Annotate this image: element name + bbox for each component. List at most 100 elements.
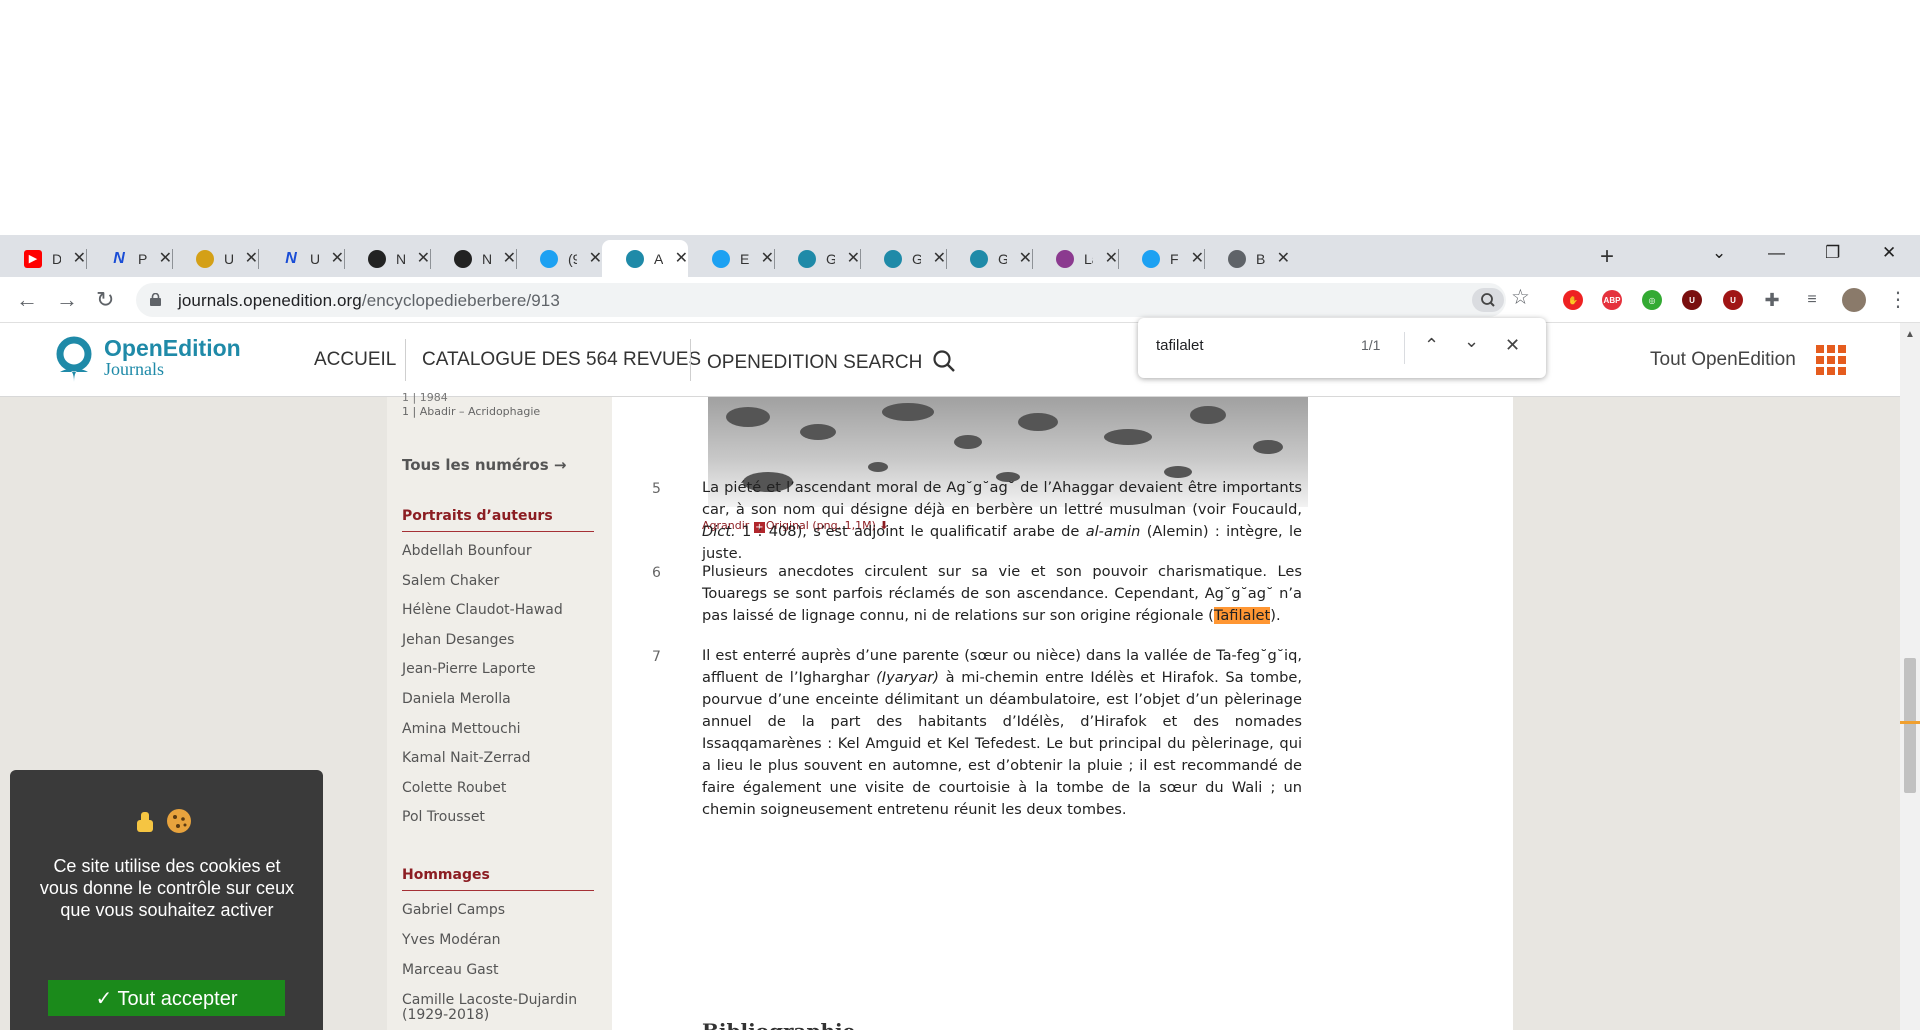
openedition-logo-icon[interactable]	[52, 336, 96, 384]
nav-accueil[interactable]: ACCUEIL	[314, 349, 396, 371]
close-window-button[interactable]: ✕	[1882, 243, 1896, 263]
tab-close-icon[interactable]: ✕	[1019, 250, 1032, 267]
tab-title: Ağğ	[654, 250, 663, 267]
sidebar-issue-number[interactable]: 1 | 1984	[402, 391, 448, 404]
find-match-count: 1/1	[1361, 337, 1381, 353]
browser-tab[interactable]: Un ✕	[172, 240, 258, 277]
tab-separator	[1204, 249, 1205, 269]
hommage-link[interactable]: (1929-2018)	[402, 1007, 489, 1023]
adblock-plus-icon[interactable]: ABP	[1602, 290, 1622, 310]
find-separator	[1404, 332, 1405, 364]
tab-close-icon[interactable]: ✕	[761, 250, 774, 267]
bookmark-star-icon[interactable]: ☆	[1511, 285, 1530, 310]
stop-extension-icon[interactable]: ✋	[1563, 290, 1583, 310]
browser-tab[interactable]: Noo ✕	[344, 240, 430, 277]
browser-tab[interactable]: La d ✕	[1032, 240, 1118, 277]
tab-close-icon[interactable]: ✕	[73, 250, 86, 267]
nav-catalogue[interactable]: CATALOGUE DES 564 REVUES	[422, 349, 701, 371]
logo-subtitle[interactable]: Journals	[104, 359, 164, 380]
lock-icon[interactable]	[150, 293, 161, 306]
tab-close-icon[interactable]: ✕	[1191, 250, 1204, 267]
paragraph-number: 7	[652, 649, 661, 665]
tab-close-icon[interactable]: ✕	[933, 250, 946, 267]
browser-tab[interactable]: Brill ✕	[1204, 240, 1290, 277]
find-match-marker	[1900, 721, 1920, 724]
sidebar-issue-title[interactable]: 1 | Abadir – Acridophagie	[402, 405, 540, 418]
scrollbar-thumb[interactable]	[1904, 658, 1916, 793]
browser-tab[interactable]: ▶ DAF ✕	[0, 240, 86, 277]
ublock-icon[interactable]: U	[1682, 290, 1702, 310]
tab-close-icon[interactable]: ✕	[331, 250, 344, 267]
tab-close-icon[interactable]: ✕	[847, 250, 860, 267]
forward-arrow-icon[interactable]: →	[56, 287, 78, 313]
browser-tab[interactable]: N Pou ✕	[86, 240, 172, 277]
portrait-author-link[interactable]: Salem Chaker	[402, 573, 499, 589]
openedition-icon	[884, 249, 902, 268]
find-next-chevron-down-icon[interactable]: ⌄	[1464, 331, 1479, 352]
portrait-author-link[interactable]: Pol Trousset	[402, 809, 485, 825]
hommage-link[interactable]: Yves Modéran	[402, 932, 501, 948]
ublock-origin-icon[interactable]: U	[1723, 290, 1743, 310]
hommage-link[interactable]: Gabriel Camps	[402, 902, 505, 918]
reading-list-icon[interactable]: ≡	[1802, 290, 1822, 310]
tab-close-icon[interactable]: ✕	[589, 250, 602, 267]
tout-openedition-link[interactable]: Tout OpenEdition	[1650, 349, 1796, 371]
hommage-link[interactable]: Marceau Gast	[402, 962, 499, 978]
tab-title: DAF	[52, 250, 61, 267]
browser-tab[interactable]: E_Tl ✕	[688, 240, 774, 277]
portrait-author-link[interactable]: Amina Mettouchi	[402, 721, 521, 737]
portrait-author-link[interactable]: Jehan Desanges	[402, 632, 514, 648]
browser-tab[interactable]: Noo ✕	[430, 240, 516, 277]
bibliographie-heading: Bibliographie	[702, 1019, 855, 1030]
site-header: OpenEdition Journals ACCUEIL CATALOGUE D…	[0, 323, 1900, 397]
scroll-up-arrow-icon[interactable]: ▲	[1905, 329, 1915, 340]
portrait-author-link[interactable]: Hélène Claudot-Hawad	[402, 602, 563, 618]
new-tab-button[interactable]: +	[1600, 243, 1614, 271]
menu-kebab-icon[interactable]: ⋮	[1888, 287, 1908, 312]
find-in-page-icon[interactable]	[1472, 288, 1504, 312]
browser-tab[interactable]: FCo ✕	[1118, 240, 1204, 277]
tab-separator	[860, 249, 861, 269]
page-scrollbar[interactable]: ▲	[1900, 323, 1920, 1030]
nav-openedition-search[interactable]: OPENEDITION SEARCH	[707, 349, 956, 374]
green-extension-icon[interactable]: ◎	[1642, 290, 1662, 310]
reload-icon[interactable]: ↻	[96, 287, 114, 313]
address-bar[interactable]: journals.openedition.org/encyclopedieber…	[136, 283, 1506, 317]
find-previous-chevron-up-icon[interactable]: ⌃	[1424, 335, 1439, 356]
browser-tab[interactable]: (9) ✕	[516, 240, 602, 277]
tab-close-icon[interactable]: ✕	[1277, 250, 1290, 267]
portrait-author-link[interactable]: Colette Roubet	[402, 780, 506, 796]
tab-close-icon[interactable]: ✕	[417, 250, 430, 267]
tab-close-icon[interactable]: ✕	[503, 250, 516, 267]
hommage-link[interactable]: Camille Lacoste-Dujardin	[402, 992, 577, 1008]
find-close-icon[interactable]: ✕	[1505, 335, 1520, 356]
back-arrow-icon[interactable]: ←	[16, 287, 38, 313]
accept-all-cookies-button[interactable]: ✓ Tout accepter	[48, 980, 285, 1016]
search-icon[interactable]	[932, 349, 956, 373]
portrait-author-link[interactable]: Abdellah Bounfour	[402, 543, 532, 559]
browser-tab[interactable]: Ağğ ✕	[602, 240, 688, 277]
tab-search-chevron-icon[interactable]: ⌄	[1712, 243, 1726, 263]
portrait-author-link[interactable]: Daniela Merolla	[402, 691, 511, 707]
restore-button[interactable]: ❐	[1825, 243, 1840, 263]
tab-separator	[86, 249, 87, 269]
extensions-puzzle-icon[interactable]: ✚	[1762, 290, 1782, 310]
tab-close-icon[interactable]: ✕	[1105, 250, 1118, 267]
tab-close-icon[interactable]: ✕	[159, 250, 172, 267]
logo-title[interactable]: OpenEdition	[104, 335, 241, 362]
browser-tab[interactable]: Guo ✕	[946, 240, 1032, 277]
tab-close-icon[interactable]: ✕	[675, 250, 688, 267]
profile-avatar[interactable]	[1842, 288, 1866, 312]
portrait-author-link[interactable]: Kamal Nait-Zerrad	[402, 750, 531, 766]
all-issues-link[interactable]: Tous les numéros →	[402, 456, 566, 474]
tab-close-icon[interactable]: ✕	[245, 250, 258, 267]
minimize-button[interactable]: —	[1768, 243, 1785, 263]
tab-separator	[1118, 249, 1119, 269]
browser-tab[interactable]: N Un ✕	[258, 240, 344, 277]
portrait-author-link[interactable]: Jean-Pierre Laporte	[402, 661, 536, 677]
apps-grid-icon[interactable]	[1816, 345, 1846, 375]
browser-tab[interactable]: Guo ✕	[774, 240, 860, 277]
browser-tab[interactable]: Guo ✕	[860, 240, 946, 277]
url-text: journals.openedition.org/encyclopedieber…	[178, 291, 560, 310]
find-input[interactable]: tafilalet	[1156, 337, 1204, 354]
